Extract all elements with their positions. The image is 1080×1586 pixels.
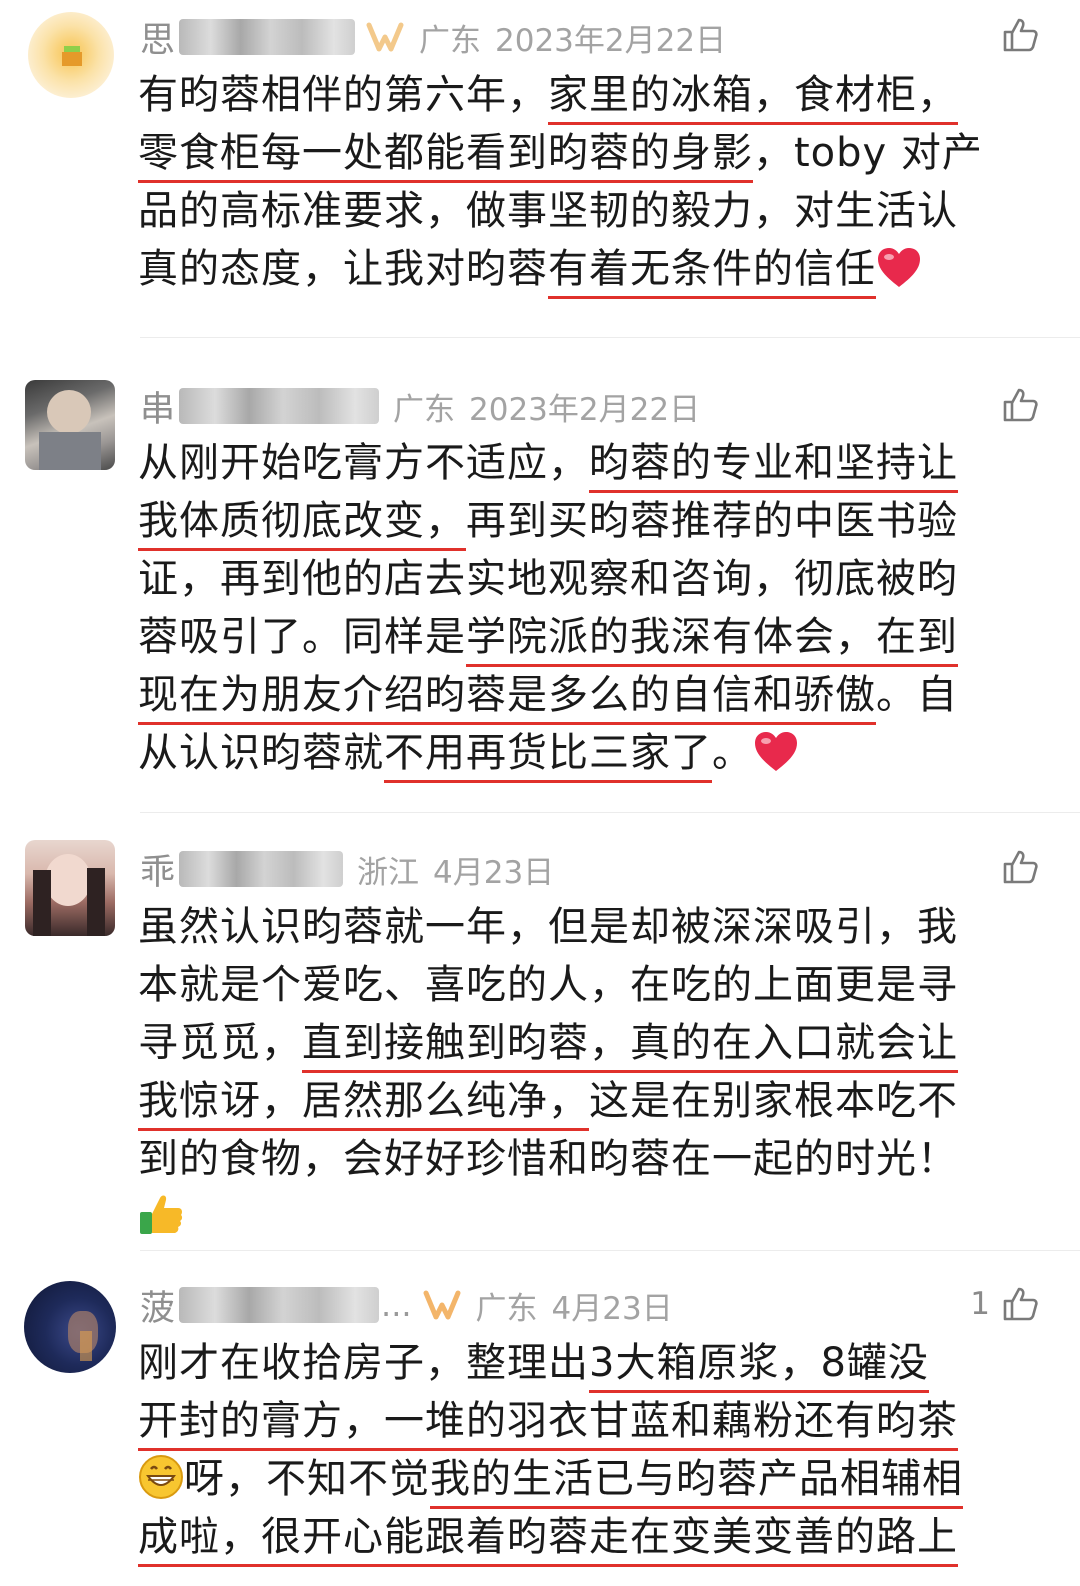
- text-segment: 再到买昀蓉推荐的中医书验: [466, 498, 958, 544]
- comment-line: 从刚开始吃膏方不适应，昀蓉的专业和坚持让: [138, 434, 1008, 493]
- member-badge-icon: [423, 1290, 461, 1320]
- username[interactable]: 思: [140, 12, 175, 63]
- comment-line: 到的食物，会好好珍惜和昀蓉在一起的时光！: [138, 1130, 1008, 1188]
- comment-body: 有昀蓉相伴的第六年，家里的冰箱，食材柜， 零食柜每一处都能看到昀蓉的身影，tob…: [138, 66, 1008, 299]
- comment-divider: [140, 1250, 1080, 1251]
- comment-divider: [140, 812, 1080, 813]
- text-segment: ，toby 对产: [753, 130, 983, 176]
- comment-line: 真的态度，让我对昀蓉有着无条件的信任: [138, 240, 1008, 299]
- username-blur: [179, 19, 356, 55]
- thumbs-up-emoji: [140, 1195, 183, 1234]
- comment-line: 我惊讶，居然那么纯净，这是在别家根本吃不: [138, 1072, 1008, 1131]
- comment-divider: [140, 337, 1080, 338]
- comment-meta: 串 广东 2023年2月22日: [140, 381, 700, 431]
- underlined-text: 零食柜每一处都能看到昀蓉的身影: [138, 130, 753, 183]
- underlined-text: 现在为朋友介绍昀蓉是多么的自信和骄傲: [138, 672, 876, 725]
- comment-body: 虽然认识昀蓉就一年，但是却被深深吸引，我 本就是个爱吃、喜吃的人，在吃的上面更是…: [138, 898, 1008, 1246]
- comment-meta: 乖 浙江 4月23日: [140, 844, 554, 894]
- comment-line: 从认识昀蓉就不用再货比三家了。: [138, 724, 1008, 783]
- comment-date: 4月23日: [551, 1290, 673, 1327]
- comment-location: 广东: [419, 22, 482, 59]
- comment-line: 我体质彻底改变，再到买昀蓉推荐的中医书验: [138, 492, 1008, 551]
- avatar[interactable]: [28, 12, 114, 98]
- like-button[interactable]: 1: [970, 1279, 1040, 1329]
- text-segment: 。自: [876, 672, 958, 718]
- comment-meta: 思 广东 2023年2月22日: [140, 12, 726, 62]
- avatar[interactable]: [24, 1281, 116, 1373]
- underlined-text: 家里的冰箱，食材柜，: [548, 72, 958, 125]
- underlined-text: 我体质彻底改变，: [138, 498, 466, 551]
- comment-line: 开封的膏方，一堆的羽衣甘蓝和藕粉还有昀茶: [138, 1392, 1008, 1451]
- underlined-text: 我的生活已与昀蓉产品相辅相: [430, 1456, 963, 1509]
- comment-line: 蓉吸引了。同样是学院派的我深有体会，在到: [138, 608, 1008, 667]
- comment-line: 证，再到他的店去实地观察和咨询，彻底被昀: [138, 550, 1008, 608]
- grinning-face-emoji: [139, 1455, 183, 1499]
- text-segment: 有昀蓉相伴的第六年，: [138, 72, 548, 118]
- comment-body: 刚才在收拾房子，整理出3大箱原浆，8罐没 开封的膏方，一堆的羽衣甘蓝和藕粉还有昀…: [138, 1334, 1008, 1567]
- like-button[interactable]: [990, 842, 1040, 892]
- text-segment: 从认识昀蓉就: [138, 730, 384, 776]
- underlined-text: 3大箱原浆，8罐没: [589, 1340, 929, 1393]
- red-heart-emoji: [755, 732, 797, 771]
- thumbs-up-outline-icon: [1003, 1287, 1038, 1321]
- underlined-text: 有着无条件的信任: [548, 246, 876, 299]
- comment-date: 2023年2月22日: [469, 391, 701, 428]
- thumbs-up-outline-icon: [1003, 850, 1038, 884]
- text-segment: 虽然认识昀蓉就一年，但是却被深深吸引，我: [138, 904, 958, 950]
- username-blur: [179, 388, 380, 424]
- comment-line: 零食柜每一处都能看到昀蓉的身影，toby 对产: [138, 124, 1008, 183]
- username[interactable]: 菠: [140, 1280, 175, 1331]
- comment-line: 现在为朋友介绍昀蓉是多么的自信和骄傲。自: [138, 666, 1008, 725]
- comment-line: [138, 1188, 1008, 1246]
- text-segment: 证，再到他的店去实地观察和咨询，彻底被昀: [138, 556, 958, 602]
- text-segment: 品的高标准要求，做事坚韧的毅力，对生活认: [138, 188, 958, 234]
- avatar[interactable]: [25, 380, 115, 470]
- comment-line: 寻觅觅，直到接触到昀蓉，真的在入口就会让: [138, 1014, 1008, 1073]
- username[interactable]: 乖: [140, 844, 175, 895]
- member-badge-icon: [366, 22, 404, 52]
- like-button[interactable]: [990, 10, 1040, 60]
- comment-line: 刚才在收拾房子，整理出3大箱原浆，8罐没: [138, 1334, 1008, 1393]
- text-segment: 真的态度，让我对昀蓉: [138, 246, 548, 292]
- comment-line: 有昀蓉相伴的第六年，家里的冰箱，食材柜，: [138, 66, 1008, 125]
- like-button[interactable]: [990, 380, 1040, 430]
- username[interactable]: 串: [140, 381, 175, 432]
- text-segment: 。: [712, 730, 753, 776]
- text-segment: 本就是个爱吃、喜吃的人，在吃的上面更是寻: [138, 962, 958, 1008]
- text-segment: 这是在别家根本吃不: [589, 1078, 958, 1124]
- like-count: 1: [970, 1286, 990, 1322]
- underlined-text: 昀蓉的专业和坚持让: [589, 440, 958, 493]
- text-segment: 寻觅觅，: [138, 1020, 302, 1066]
- avatar[interactable]: [25, 840, 115, 936]
- comment-line: 本就是个爱吃、喜吃的人，在吃的上面更是寻: [138, 956, 1008, 1014]
- comment-location: 广东: [475, 1290, 538, 1327]
- thumbs-up-outline-icon: [1003, 388, 1038, 422]
- comment-location: 浙江: [357, 854, 420, 891]
- comment-meta: 菠 ... 广东 4月23日: [140, 1280, 673, 1330]
- username-ellipsis: ...: [381, 1286, 412, 1324]
- underlined-text: 我惊讶，居然那么纯净，: [138, 1078, 589, 1131]
- comment-location: 广东: [393, 391, 456, 428]
- username-blur: [179, 851, 344, 887]
- text-segment: 刚才在收拾房子，整理出: [138, 1340, 589, 1386]
- text-segment: 从刚开始吃膏方不适应，: [138, 440, 589, 486]
- comment-line: 品的高标准要求，做事坚韧的毅力，对生活认: [138, 182, 1008, 240]
- comment-body: 从刚开始吃膏方不适应，昀蓉的专业和坚持让 我体质彻底改变，再到买昀蓉推荐的中医书…: [138, 434, 1008, 783]
- username-blur: [179, 1287, 380, 1323]
- text-segment: 呀，不知不觉: [184, 1456, 430, 1502]
- thumbs-up-outline-icon: [1003, 18, 1038, 52]
- underlined-text: 不用再货比三家了: [384, 730, 712, 783]
- comment-date: 2023年2月22日: [495, 22, 727, 59]
- text-segment: 蓉吸引了。同样是: [138, 614, 466, 660]
- underlined-text: 开封的膏方，一堆的羽衣甘蓝和藕粉还有昀茶: [138, 1398, 958, 1451]
- underlined-text: 学院派的我深有体会，在到: [466, 614, 958, 667]
- comment-date: 4月23日: [433, 854, 555, 891]
- underlined-text: 直到接触到昀蓉，真的在入口就会让: [302, 1020, 958, 1073]
- comment-line: 成啦，很开心能跟着昀蓉走在变美变善的路上: [138, 1508, 1008, 1567]
- red-heart-emoji: [878, 248, 920, 287]
- text-segment: 到的食物，会好好珍惜和昀蓉在一起的时光！: [138, 1136, 958, 1182]
- comment-line: 呀，不知不觉我的生活已与昀蓉产品相辅相: [138, 1450, 1008, 1509]
- underlined-text: 成啦，很开心能跟着昀蓉走在变美变善的路上: [138, 1514, 958, 1567]
- comment-line: 虽然认识昀蓉就一年，但是却被深深吸引，我: [138, 898, 1008, 956]
